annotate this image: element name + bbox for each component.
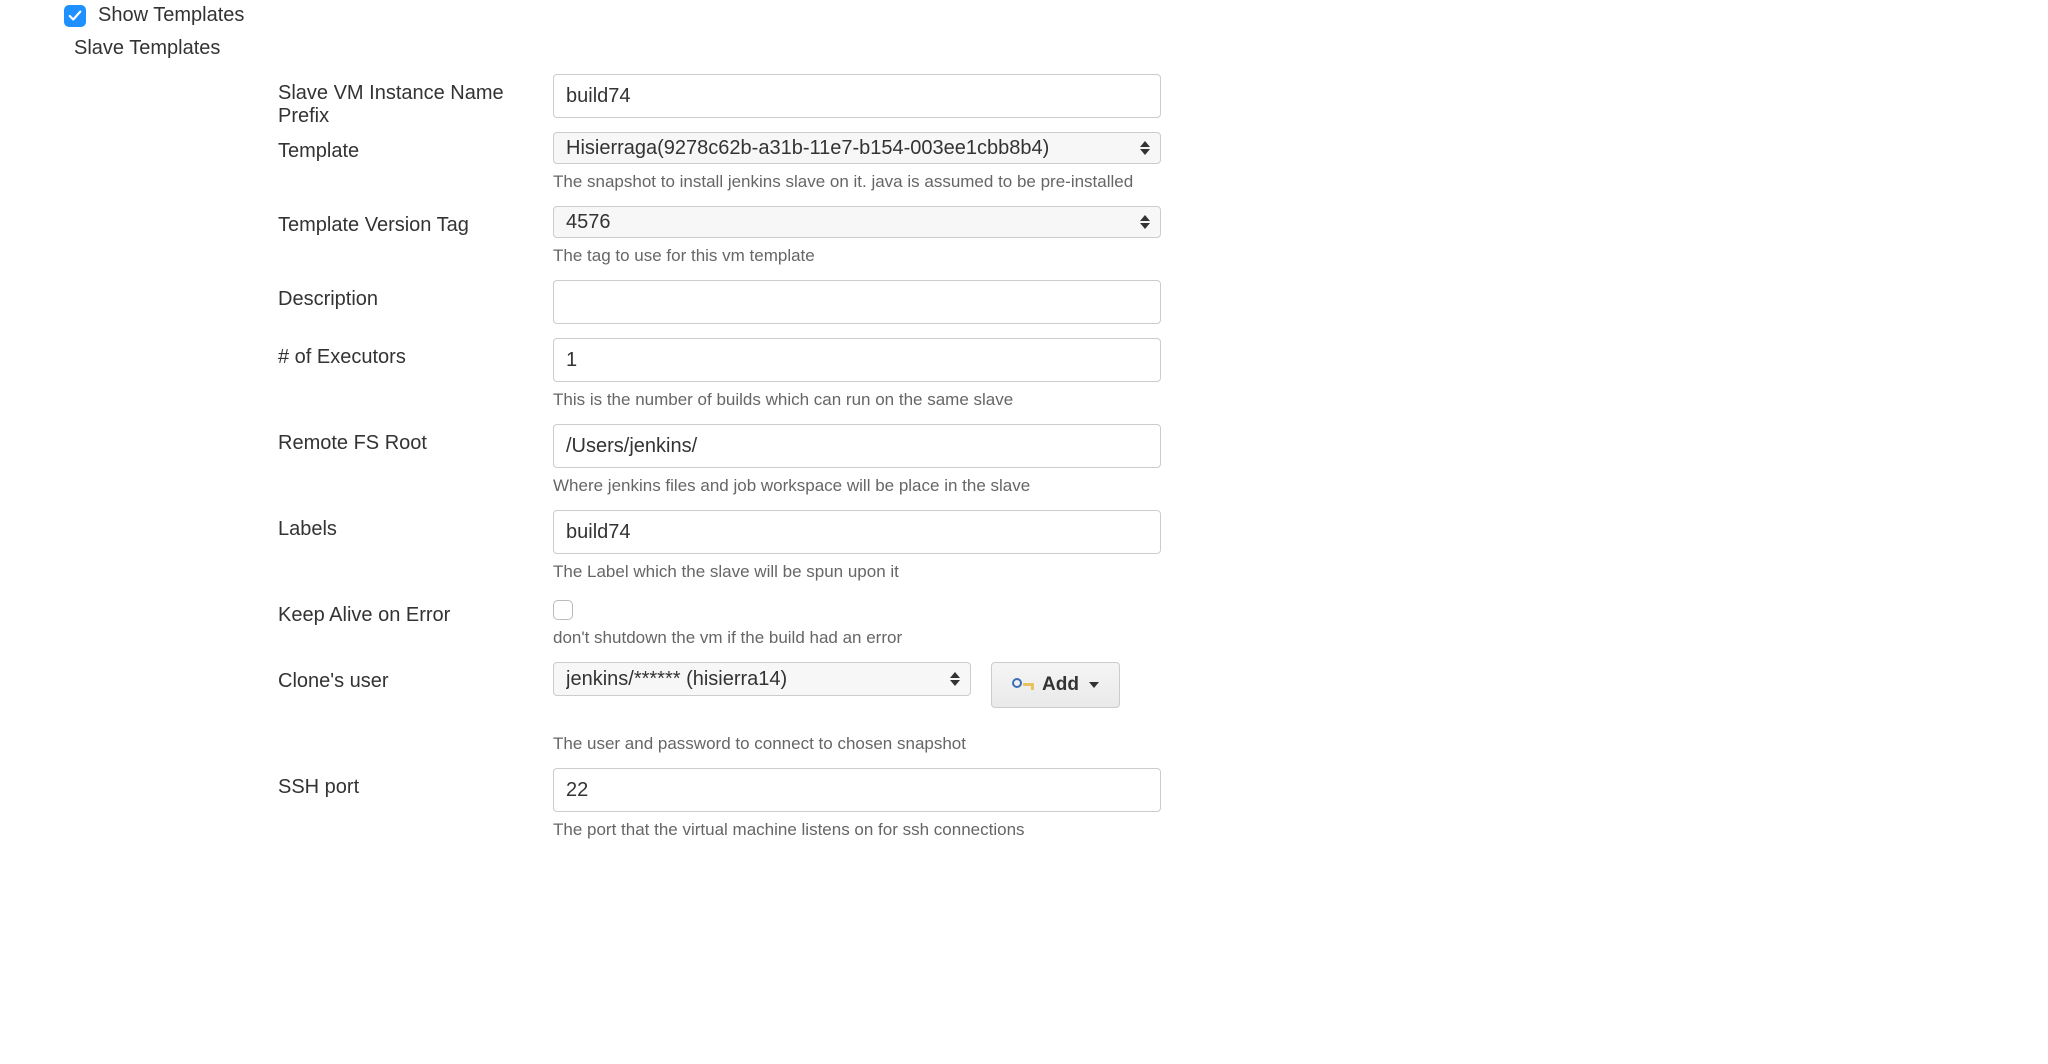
version-label: Template Version Tag (278, 206, 553, 237)
prefix-label: Slave VM Instance Name Prefix (278, 74, 553, 128)
field-sshport: SSH port The port that the virtual machi… (278, 768, 1400, 854)
add-credentials-button[interactable]: Add (991, 662, 1120, 708)
template-select[interactable]: Hisierraga(9278c62b-a31b-11e7-b154-003ee… (553, 132, 1161, 164)
updown-icon (1140, 215, 1150, 229)
add-button-label: Add (1042, 674, 1079, 696)
config-form: Show Templates Slave Templates Slave VM … (0, 0, 2048, 854)
cloneuser-value: jenkins/****** (hisierra14) (566, 668, 942, 691)
fsroot-label: Remote FS Root (278, 424, 553, 455)
labels-input[interactable] (553, 510, 1161, 554)
keepalive-help: don't shutdown the vm if the build had a… (553, 628, 1400, 648)
field-description: Description (278, 280, 1400, 338)
show-templates-label: Show Templates (98, 4, 244, 27)
cloneuser-label: Clone's user (278, 662, 553, 693)
field-version: Template Version Tag 4576 The tag to use… (278, 206, 1400, 280)
template-value: Hisierraga(9278c62b-a31b-11e7-b154-003ee… (566, 137, 1132, 160)
sshport-input[interactable] (553, 768, 1161, 812)
updown-icon (950, 672, 960, 686)
keepalive-checkbox[interactable] (553, 600, 573, 620)
cloneuser-select[interactable]: jenkins/****** (hisierra14) (553, 662, 971, 696)
executors-input[interactable] (553, 338, 1161, 382)
template-label: Template (278, 132, 553, 163)
sshport-help: The port that the virtual machine listen… (553, 820, 1400, 840)
updown-icon (1140, 141, 1150, 155)
version-value: 4576 (566, 211, 1132, 234)
prefix-input[interactable] (553, 74, 1161, 118)
field-executors: # of Executors This is the number of bui… (278, 338, 1400, 424)
field-template: Template Hisierraga(9278c62b-a31b-11e7-b… (278, 132, 1400, 206)
field-prefix: Slave VM Instance Name Prefix (278, 74, 1400, 132)
keepalive-label: Keep Alive on Error (278, 596, 553, 627)
description-label: Description (278, 280, 553, 311)
version-help: The tag to use for this vm template (553, 246, 1400, 266)
show-templates-row: Show Templates (0, 4, 2048, 27)
check-icon (68, 9, 82, 23)
template-help: The snapshot to install jenkins slave on… (553, 172, 1400, 192)
cloneuser-help: The user and password to connect to chos… (553, 734, 1400, 754)
field-fsroot: Remote FS Root Where jenkins files and j… (278, 424, 1400, 510)
fsroot-input[interactable] (553, 424, 1161, 468)
sshport-label: SSH port (278, 768, 553, 799)
field-labels: Labels The Label which the slave will be… (278, 510, 1400, 596)
show-templates-checkbox[interactable] (64, 5, 86, 27)
labels-label: Labels (278, 510, 553, 541)
version-select[interactable]: 4576 (553, 206, 1161, 238)
key-icon (1012, 677, 1034, 693)
executors-label: # of Executors (278, 338, 553, 369)
executors-help: This is the number of builds which can r… (553, 390, 1400, 410)
field-cloneuser: Clone's user jenkins/****** (hisierra14)… (278, 662, 1400, 768)
description-input[interactable] (553, 280, 1161, 324)
labels-help: The Label which the slave will be spun u… (553, 562, 1400, 582)
form-area: Slave VM Instance Name Prefix Template H… (0, 74, 1400, 854)
fsroot-help: Where jenkins files and job workspace wi… (553, 476, 1400, 496)
section-title: Slave Templates (0, 37, 2048, 60)
caret-down-icon (1089, 682, 1099, 688)
field-keepalive: Keep Alive on Error don't shutdown the v… (278, 596, 1400, 662)
